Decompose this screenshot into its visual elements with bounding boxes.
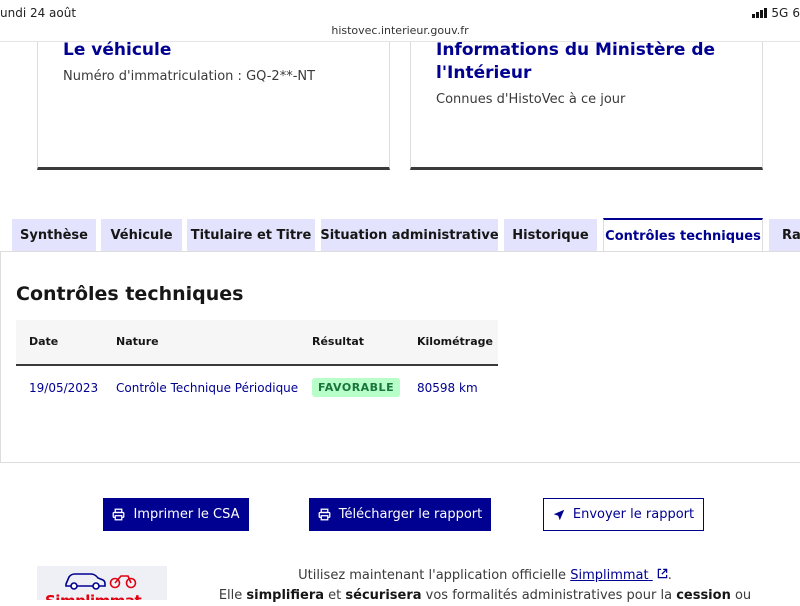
ministry-info-subtitle: Connues d'HistoVec à ce jour xyxy=(436,92,626,107)
panel-title: Contrôles techniques xyxy=(16,283,244,305)
promo-emphasis: cession xyxy=(676,588,731,603)
ministry-info-card: Informations du Ministère de l'Intérieur… xyxy=(410,40,763,170)
simplimmat-link[interactable]: Simplimmat xyxy=(570,568,668,583)
promo-text: ou xyxy=(734,588,752,603)
logo-text: Simplimmat xyxy=(45,592,142,600)
motorbike-icon xyxy=(109,575,137,589)
simplimmat-logo[interactable]: Simplimmat xyxy=(37,566,167,600)
tab-vehicule[interactable]: Véhicule xyxy=(101,219,182,252)
cellular-signal-icon xyxy=(752,8,768,18)
download-report-label: Télécharger le rapport xyxy=(338,507,483,522)
column-kilometrage: Kilométrage xyxy=(417,335,493,348)
status-bar: undi 24 août 5G 6 xyxy=(0,0,800,26)
promo-line-2: Elle simplifiera et sécurisera vos forma… xyxy=(170,586,800,606)
promo-line-1: Utilisez maintenant l'application offici… xyxy=(170,566,800,586)
battery-level: 6 xyxy=(792,6,800,20)
column-date: Date xyxy=(29,335,59,348)
column-resultat: Résultat xyxy=(312,335,365,348)
download-report-button[interactable]: Télécharger le rapport xyxy=(309,498,491,531)
print-csa-label: Imprimer le CSA xyxy=(133,507,240,522)
cell-kilometrage: 80598 km xyxy=(417,381,478,395)
send-report-label: Envoyer le rapport xyxy=(572,507,695,522)
tab-controles-techniques[interactable]: Contrôles techniques xyxy=(603,218,763,253)
tab-synthese[interactable]: Synthèse xyxy=(12,219,96,252)
status-date: undi 24 août xyxy=(0,6,77,20)
promo-emphasis: simplifiera xyxy=(246,588,324,603)
car-icon xyxy=(65,573,106,590)
cell-date: 19/05/2023 xyxy=(29,381,99,395)
tab-situation-administrative[interactable]: Situation administrative xyxy=(321,219,498,252)
table-header: Date Nature Résultat Kilométrage xyxy=(16,320,498,366)
table-row: 19/05/2023 Contrôle Technique Périodique… xyxy=(16,366,498,412)
inspections-table: Date Nature Résultat Kilométrage 19/05/2… xyxy=(16,320,498,412)
result-badge: FAVORABLE xyxy=(312,378,401,397)
promo-text: Utilisez maintenant l'application offici… xyxy=(298,568,567,583)
tab-rapport[interactable]: Rap xyxy=(769,219,800,252)
ministry-info-title: Informations du Ministère de l'Intérieur xyxy=(436,40,716,83)
send-arrow-icon xyxy=(553,509,565,520)
cell-nature: Contrôle Technique Périodique xyxy=(116,381,299,395)
app-promo: Utilisez maintenant l'application offici… xyxy=(170,566,800,606)
external-link-icon xyxy=(657,568,667,579)
tab-titulaire[interactable]: Titulaire et Titre xyxy=(187,219,315,252)
printer-icon xyxy=(113,508,125,521)
promo-emphasis: sécurisera xyxy=(345,588,422,603)
promo-text: vos formalités administratives pour la xyxy=(425,588,673,603)
tab-historique[interactable]: Historique xyxy=(504,219,597,252)
printer-icon xyxy=(318,508,331,521)
address-bar[interactable]: histovec.interieur.gouv.fr xyxy=(0,24,800,37)
column-nature: Nature xyxy=(116,335,159,348)
promo-text-end: . xyxy=(667,568,672,583)
simplimmat-link-label: Simplimmat xyxy=(570,568,649,583)
status-indicators: 5G 6 xyxy=(752,6,800,20)
promo-text: Elle xyxy=(218,588,243,603)
tab-panel: Contrôles techniques Date Nature Résulta… xyxy=(0,251,800,463)
print-csa-button[interactable]: Imprimer le CSA xyxy=(103,498,249,531)
registration-number: Numéro d'immatriculation : GQ-2**-NT xyxy=(63,69,316,84)
send-report-button[interactable]: Envoyer le rapport xyxy=(543,498,704,531)
vehicle-card-title: Le véhicule xyxy=(63,40,172,60)
vehicle-card: Le véhicule Numéro d'immatriculation : G… xyxy=(37,40,390,170)
report-tabs: Synthèse Véhicule Titulaire et Titre Sit… xyxy=(0,218,800,253)
promo-text: et xyxy=(328,588,342,603)
network-type: 5G xyxy=(771,6,789,20)
